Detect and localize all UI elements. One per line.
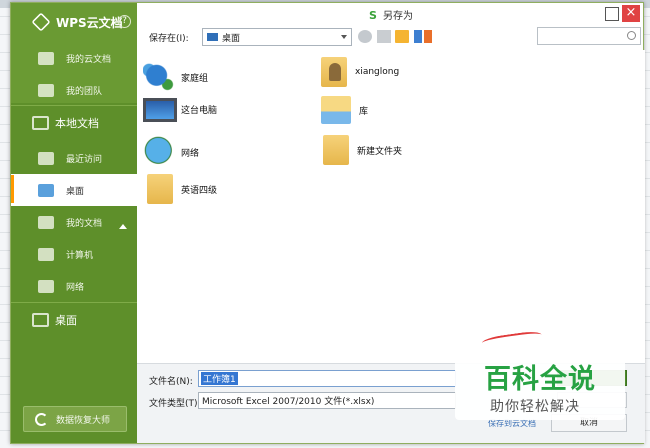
sidebar-item-label: 网络 — [66, 282, 85, 293]
sidebar-item-label: 桌面 — [55, 314, 77, 327]
computer-icon — [143, 98, 177, 122]
computer-icon — [38, 247, 54, 261]
sidebar-item-label: 计算机 — [66, 250, 94, 261]
search-input[interactable] — [537, 27, 641, 45]
folder-icon — [38, 215, 54, 229]
save-in-label: 保存在(I): — [149, 34, 189, 44]
new-folder-button[interactable] — [395, 30, 409, 43]
filename-label: 文件名(N): — [149, 377, 193, 387]
filetype-label: 文件类型(T): — [149, 399, 201, 409]
desktop-folder-icon — [32, 313, 49, 327]
help-icon[interactable]: ? — [118, 15, 131, 28]
wps-cloud-logo-icon — [31, 12, 51, 32]
cloud-doc-icon — [38, 51, 54, 65]
sidebar-brand: WPS云文档 ? — [11, 3, 137, 41]
active-indicator — [11, 175, 14, 203]
close-icon: × — [625, 5, 637, 20]
back-button[interactable] — [358, 30, 372, 43]
close-button[interactable]: × — [622, 5, 640, 22]
recovery-label: 数据恢复大师 — [56, 415, 111, 426]
chevron-down-icon — [341, 35, 347, 39]
divider — [11, 302, 137, 303]
location-dropdown[interactable]: 桌面 — [202, 28, 352, 46]
team-icon — [38, 83, 54, 97]
sidebar-item-desktop[interactable]: 桌面 — [11, 174, 137, 206]
file-list: 家庭组 xianglong 这台电脑 库 网络 新建文件夹 英语四级 — [137, 50, 645, 363]
sidebar-item-label: 我的团队 — [66, 86, 103, 97]
sidebar-item-label: 我的云文档 — [66, 54, 112, 65]
file-name: 网络 — [181, 148, 200, 159]
brand-title: WPS云文档 — [56, 15, 123, 30]
view-menu-button[interactable] — [414, 30, 432, 43]
file-name: 库 — [359, 106, 369, 117]
file-item-this-pc[interactable]: 这台电脑 — [143, 96, 217, 122]
sidebar-item-label: 最近访问 — [66, 154, 103, 165]
sidebar-item-computer[interactable]: 计算机 — [11, 238, 137, 270]
recent-icon — [38, 151, 54, 165]
network-icon — [38, 279, 54, 293]
watermark-title: 百科全说 — [484, 364, 596, 395]
file-name: xianglong — [355, 67, 400, 77]
file-name: 新建文件夹 — [357, 146, 403, 157]
sidebar: WPS云文档 ? 我的云文档 我的团队 本地文档 最近访问 桌面 我的文档 计算… — [11, 3, 137, 443]
network-icon — [143, 135, 177, 169]
recovery-icon — [35, 412, 48, 426]
file-name: 家庭组 — [181, 73, 209, 84]
file-item-network[interactable]: 网络 — [143, 135, 199, 169]
file-item-cet4[interactable]: 英语四级 — [143, 174, 217, 204]
sidebar-item-local-docs[interactable]: 本地文档 — [11, 107, 137, 229]
file-item-homegroup[interactable]: 家庭组 — [143, 60, 208, 94]
folder-icon — [147, 174, 173, 204]
file-name: 英语四级 — [181, 185, 218, 196]
sidebar-item-recent[interactable]: 最近访问 — [11, 142, 137, 174]
search-icon — [627, 31, 636, 40]
file-item-new-folder[interactable]: 新建文件夹 — [319, 135, 402, 165]
library-icon — [321, 96, 351, 124]
sidebar-item-label: 桌面 — [66, 186, 85, 197]
monitor-icon — [32, 116, 49, 130]
dialog-title: S 另存为 — [137, 7, 645, 27]
desktop-icon — [38, 183, 54, 197]
filename-value: 工作簿1 — [201, 372, 238, 385]
file-item-xianglong[interactable]: xianglong — [317, 57, 399, 87]
sidebar-item-my-cloud[interactable]: 我的云文档 — [11, 42, 137, 74]
sidebar-item-my-team[interactable]: 我的团队 — [11, 74, 137, 106]
location-value: 桌面 — [222, 33, 241, 44]
sidebar-item-label: 本地文档 — [55, 117, 99, 130]
user-folder-icon — [321, 57, 347, 87]
maximize-button[interactable] — [605, 7, 619, 21]
dialog-title-text: 另存为 — [382, 11, 413, 22]
wps-s-icon: S — [369, 9, 377, 22]
sidebar-item-label: 我的文档 — [66, 218, 103, 229]
sidebar-item-my-documents[interactable]: 我的文档 — [11, 206, 137, 238]
filetype-value: Microsoft Excel 2007/2010 文件(*.xlsx) — [202, 397, 375, 407]
homegroup-icon — [143, 60, 177, 94]
folder-icon — [323, 135, 349, 165]
desktop-icon — [207, 33, 218, 41]
filetype-select[interactable]: Microsoft Excel 2007/2010 文件(*.xlsx) — [198, 392, 456, 409]
up-folder-button[interactable] — [377, 30, 391, 43]
sidebar-item-desktop-shortcut[interactable]: 桌面 — [11, 304, 137, 336]
data-recovery-button[interactable]: 数据恢复大师 — [23, 406, 127, 432]
watermark-subtitle: 助你轻松解决 — [490, 399, 580, 415]
divider — [11, 105, 137, 106]
sidebar-item-network[interactable]: 网络 — [11, 270, 137, 302]
filename-input[interactable]: 工作簿1 — [198, 370, 456, 387]
wrench-icon: ✎ — [0, 410, 4, 423]
file-item-library[interactable]: 库 — [319, 96, 368, 124]
file-name: 这台电脑 — [181, 105, 218, 116]
